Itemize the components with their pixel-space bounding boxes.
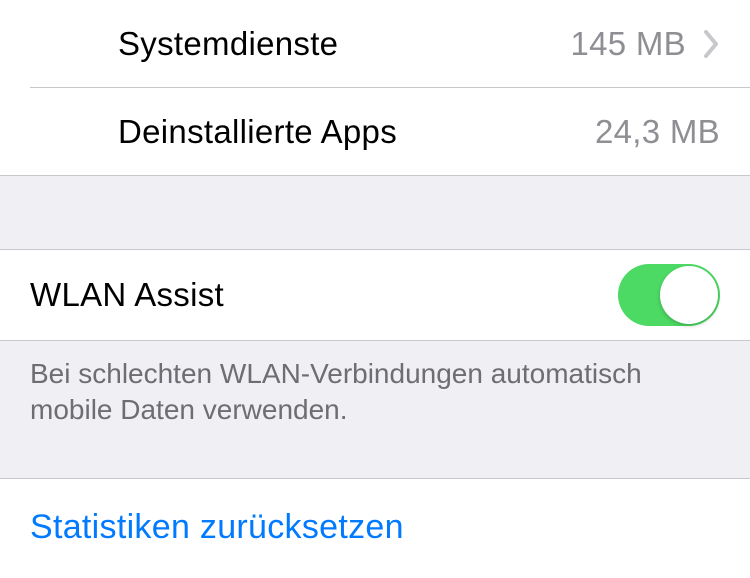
wlan-assist-label: WLAN Assist bbox=[30, 276, 618, 314]
uninstalled-apps-row: Deinstallierte Apps 24,3 MB bbox=[0, 88, 750, 176]
row-separator bbox=[0, 249, 750, 250]
wlan-assist-toggle[interactable] bbox=[618, 264, 720, 326]
reset-statistics-row[interactable]: Statistiken zurücksetzen bbox=[0, 478, 750, 578]
wlan-assist-description: Bei schlechten WLAN-Verbindungen automat… bbox=[0, 341, 750, 453]
uninstalled-apps-label: Deinstallierte Apps bbox=[118, 113, 595, 151]
row-separator bbox=[0, 340, 750, 341]
wlan-assist-section: WLAN Assist bbox=[0, 249, 750, 341]
usage-section: Systemdienste 145 MB Deinstallierte Apps… bbox=[0, 0, 750, 176]
switch-thumb bbox=[660, 266, 718, 324]
chevron-right-icon bbox=[704, 30, 720, 58]
section-spacer bbox=[0, 176, 750, 249]
system-services-value: 145 MB bbox=[570, 25, 686, 63]
wlan-assist-row: WLAN Assist bbox=[0, 249, 750, 341]
system-services-label: Systemdienste bbox=[118, 25, 570, 63]
system-services-row[interactable]: Systemdienste 145 MB bbox=[0, 0, 750, 88]
row-separator bbox=[0, 478, 750, 479]
section-spacer bbox=[0, 453, 750, 478]
reset-statistics-label: Statistiken zurücksetzen bbox=[30, 508, 404, 547]
uninstalled-apps-value: 24,3 MB bbox=[595, 113, 720, 151]
